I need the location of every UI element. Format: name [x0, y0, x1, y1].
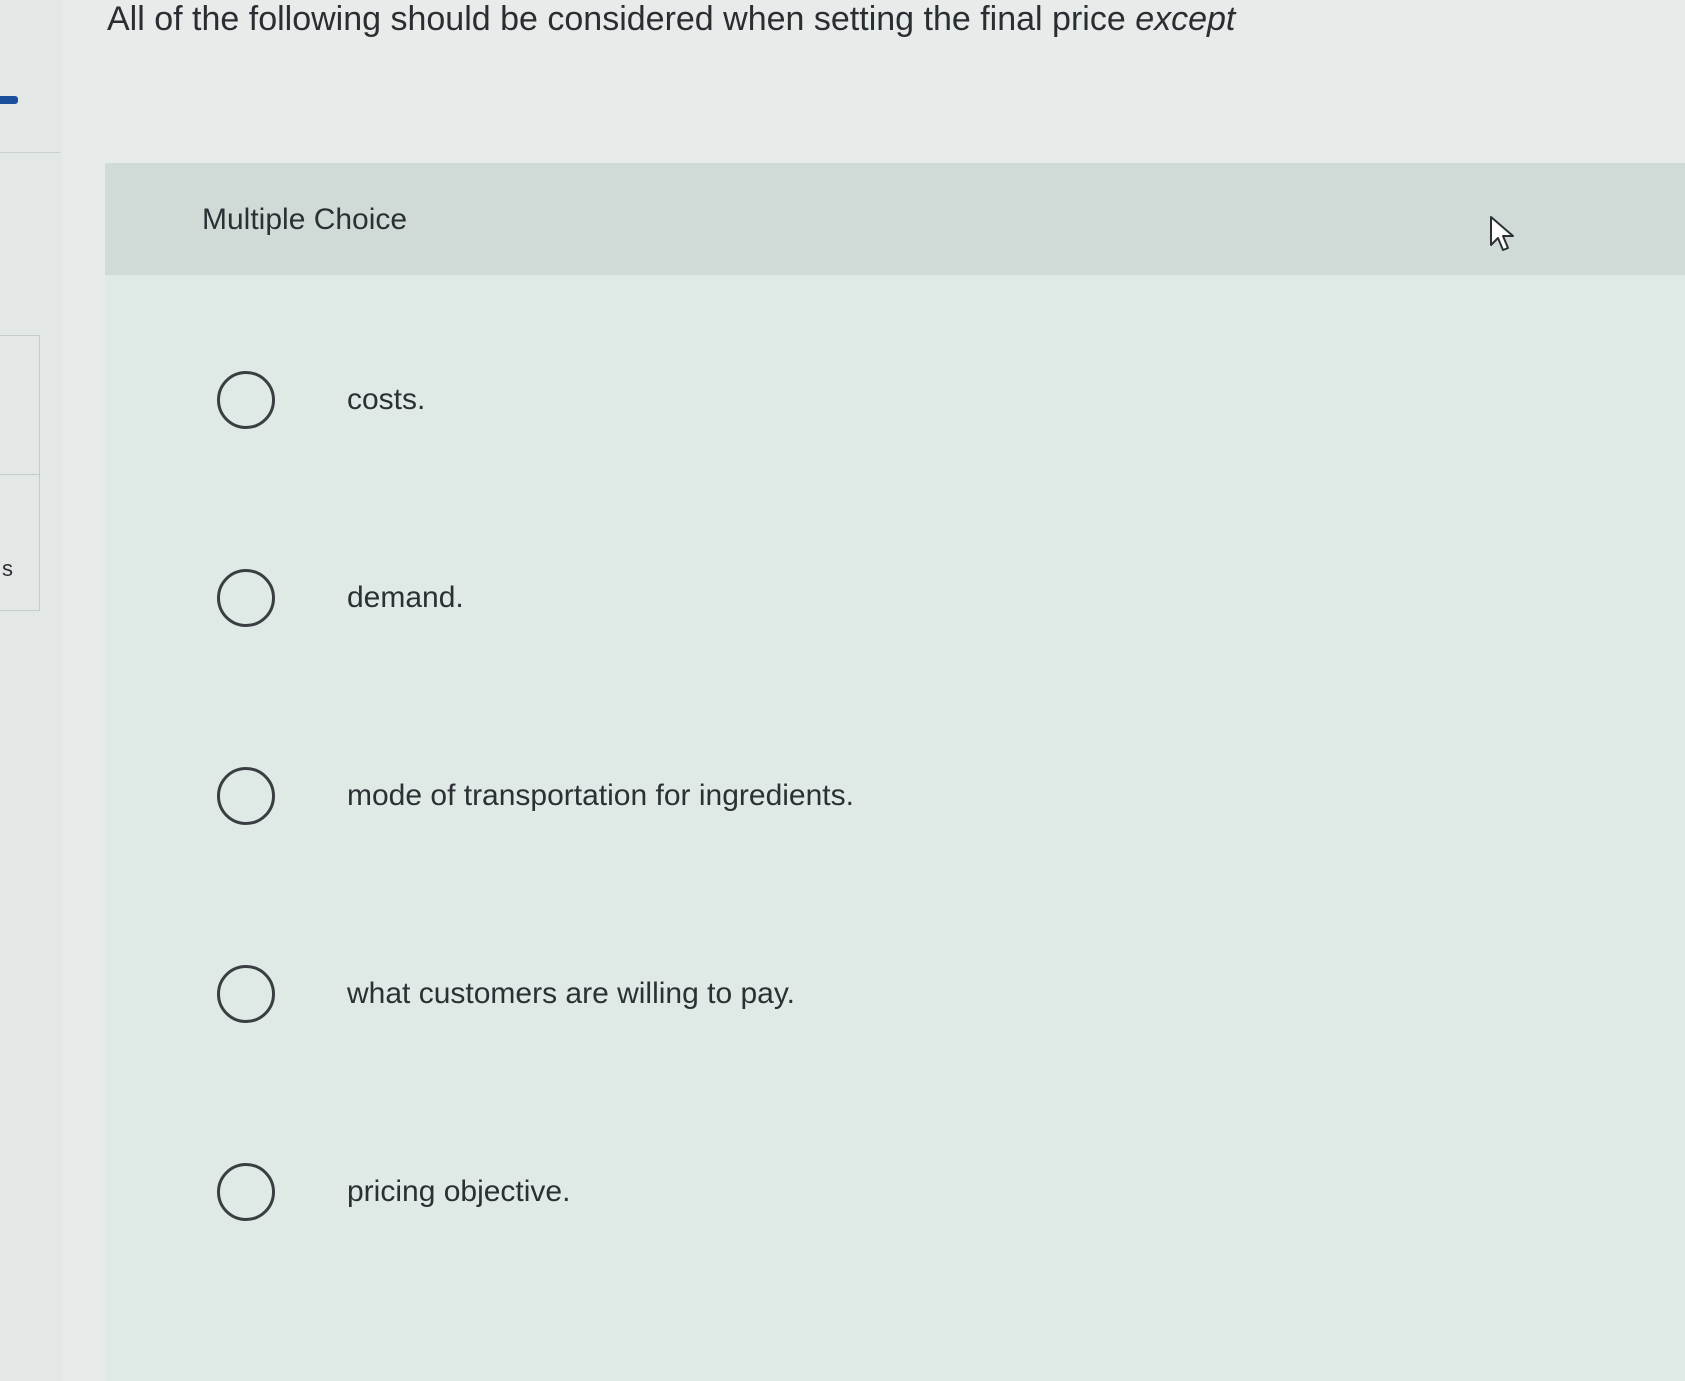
- divider: [0, 152, 60, 153]
- question-emphasis: except: [1135, 0, 1236, 38]
- panel-header: Multiple Choice: [105, 163, 1685, 275]
- choice-option[interactable]: mode of transportation for ingredients.: [217, 761, 1117, 831]
- edge-label: s: [2, 556, 13, 581]
- radio-button[interactable]: [217, 767, 275, 825]
- choice-option[interactable]: demand.: [217, 563, 1117, 633]
- choice-option[interactable]: costs.: [217, 365, 1117, 435]
- choice-label: what customers are willing to pay.: [347, 977, 795, 1010]
- choice-option[interactable]: pricing objective.: [217, 1157, 1117, 1227]
- question-type-label: Multiple Choice: [202, 203, 408, 236]
- radio-button[interactable]: [217, 965, 275, 1023]
- adjacent-panel-edge: s: [0, 0, 62, 1381]
- choice-label: pricing objective.: [347, 1175, 571, 1208]
- radio-button[interactable]: [217, 371, 275, 429]
- choice-label: demand.: [347, 581, 464, 614]
- radio-button[interactable]: [217, 1163, 275, 1221]
- question-prompt: All of the following should be considere…: [107, 0, 1235, 39]
- side-box-divider: [0, 474, 39, 475]
- choice-label: mode of transportation for ingredients.: [347, 779, 854, 812]
- progress-marker: [0, 96, 18, 104]
- choice-option[interactable]: what customers are willing to pay.: [217, 959, 1117, 1029]
- radio-button[interactable]: [217, 569, 275, 627]
- question-text: All of the following should be considere…: [107, 0, 1126, 38]
- choice-label: costs.: [347, 383, 426, 416]
- multiple-choice-panel: Multiple Choice costs. demand. mode of t…: [105, 163, 1685, 1381]
- mouse-cursor-icon: [1490, 216, 1514, 251]
